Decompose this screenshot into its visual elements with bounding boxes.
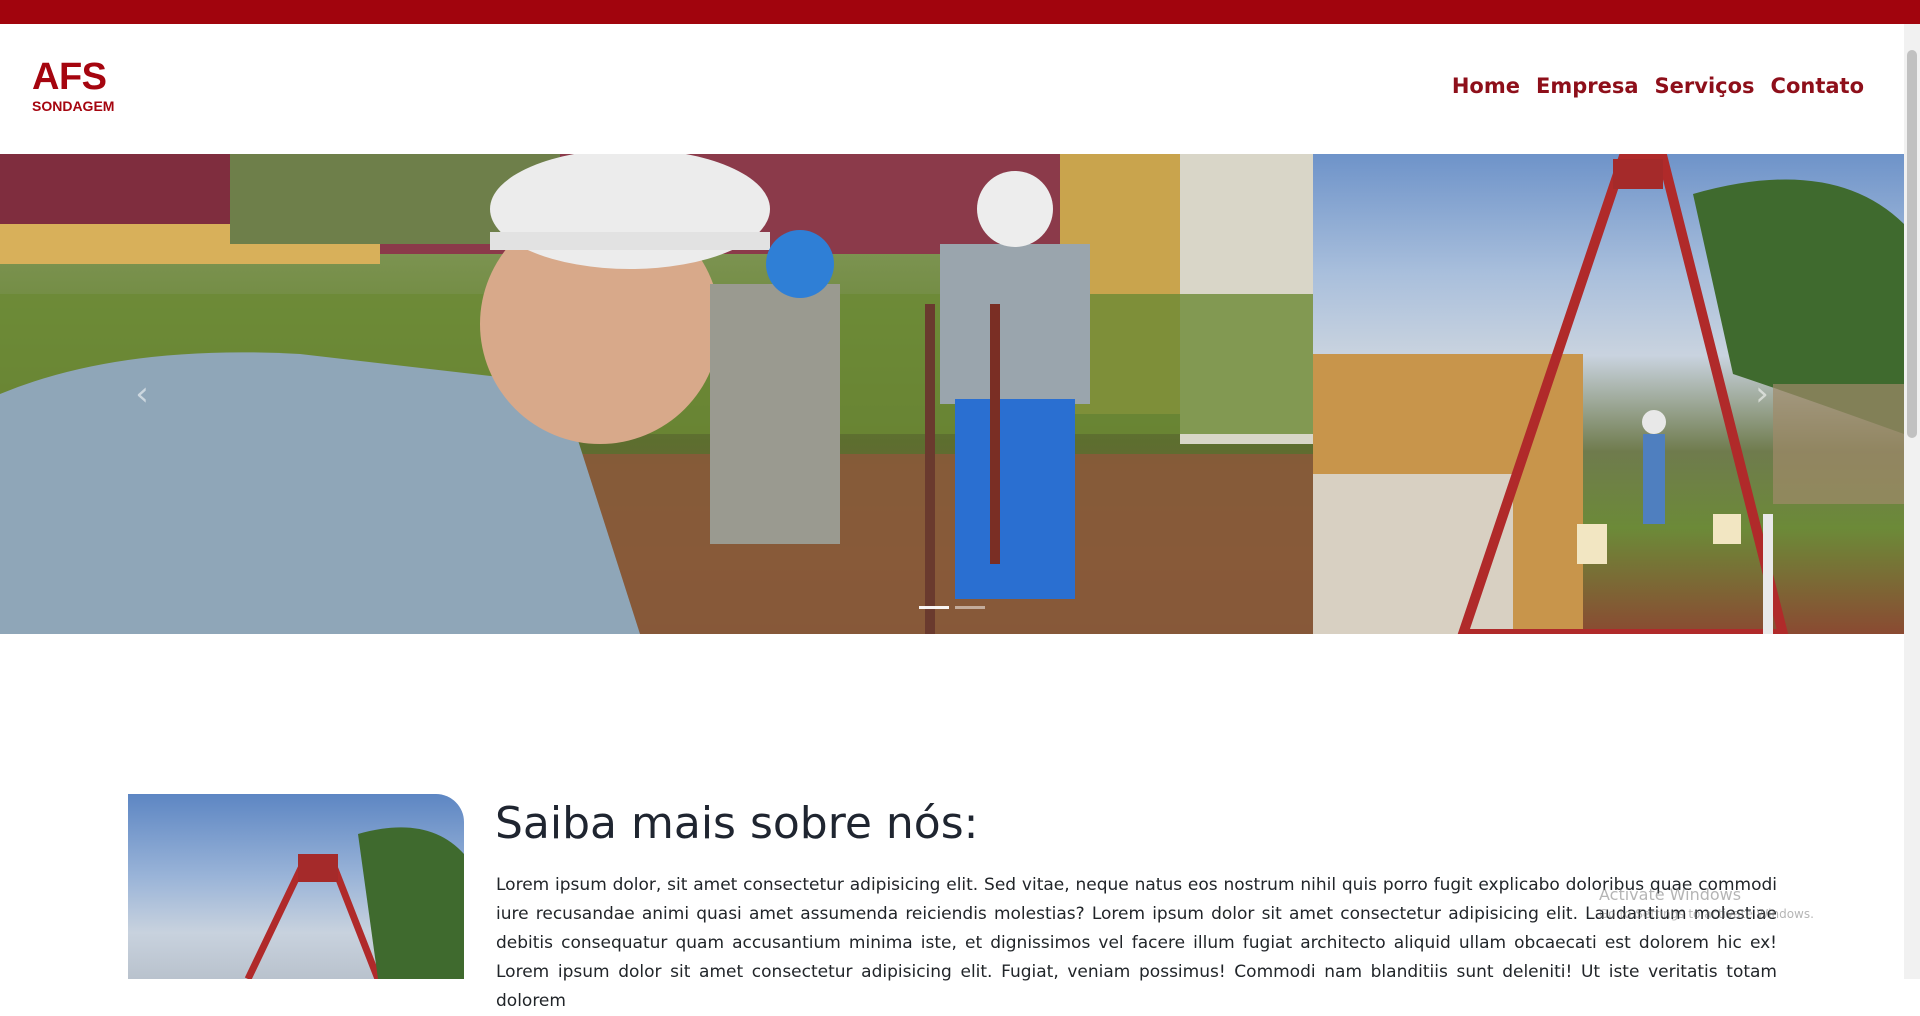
watermark-subtitle: Go to Settings to activate Windows.: [1599, 907, 1814, 921]
hero-photo-workers: [0, 154, 1313, 634]
workers-photo-illustration: [0, 154, 1313, 634]
hero-carousel: ‹ ›: [0, 154, 1904, 634]
nav-contato[interactable]: Contato: [1771, 74, 1864, 98]
about-paragraph: Lorem ipsum dolor, sit amet consectetur …: [496, 875, 1777, 1011]
about-tower-illustration: [244, 827, 464, 979]
scrollbar-track[interactable]: [1904, 24, 1920, 979]
windows-activation-watermark: Activate Windows Go to Settings to activ…: [1599, 884, 1814, 922]
nav-servicos[interactable]: Serviços: [1655, 74, 1755, 98]
logo-sondagem-text: SONDAGEM: [32, 98, 115, 114]
carousel-prev-arrow-icon[interactable]: ‹: [122, 374, 162, 414]
drill-tower-illustration: [1313, 154, 1904, 634]
nav-home[interactable]: Home: [1452, 74, 1520, 98]
carousel-indicator-1[interactable]: [919, 606, 949, 609]
nav-empresa[interactable]: Empresa: [1536, 74, 1639, 98]
carousel-next-arrow-icon[interactable]: ›: [1742, 374, 1782, 414]
top-accent-strip: [0, 0, 1920, 24]
carousel-indicators: [919, 606, 985, 609]
scrollbar-thumb[interactable]: [1907, 50, 1917, 438]
carousel-indicator-2[interactable]: [955, 606, 985, 609]
about-image-drill-tower: [128, 794, 464, 979]
hero-photo-drill-tower: [1313, 154, 1904, 634]
main-nav: Home Empresa Serviços Contato: [1452, 74, 1864, 98]
about-title: Saiba mais sobre nós:: [495, 798, 979, 849]
logo-afs-text: AFS: [32, 56, 107, 98]
watermark-title: Activate Windows: [1599, 885, 1742, 904]
site-header: AFS SONDAGEM Home Empresa Serviços Conta…: [0, 24, 1904, 154]
logo[interactable]: AFS SONDAGEM: [32, 55, 127, 115]
